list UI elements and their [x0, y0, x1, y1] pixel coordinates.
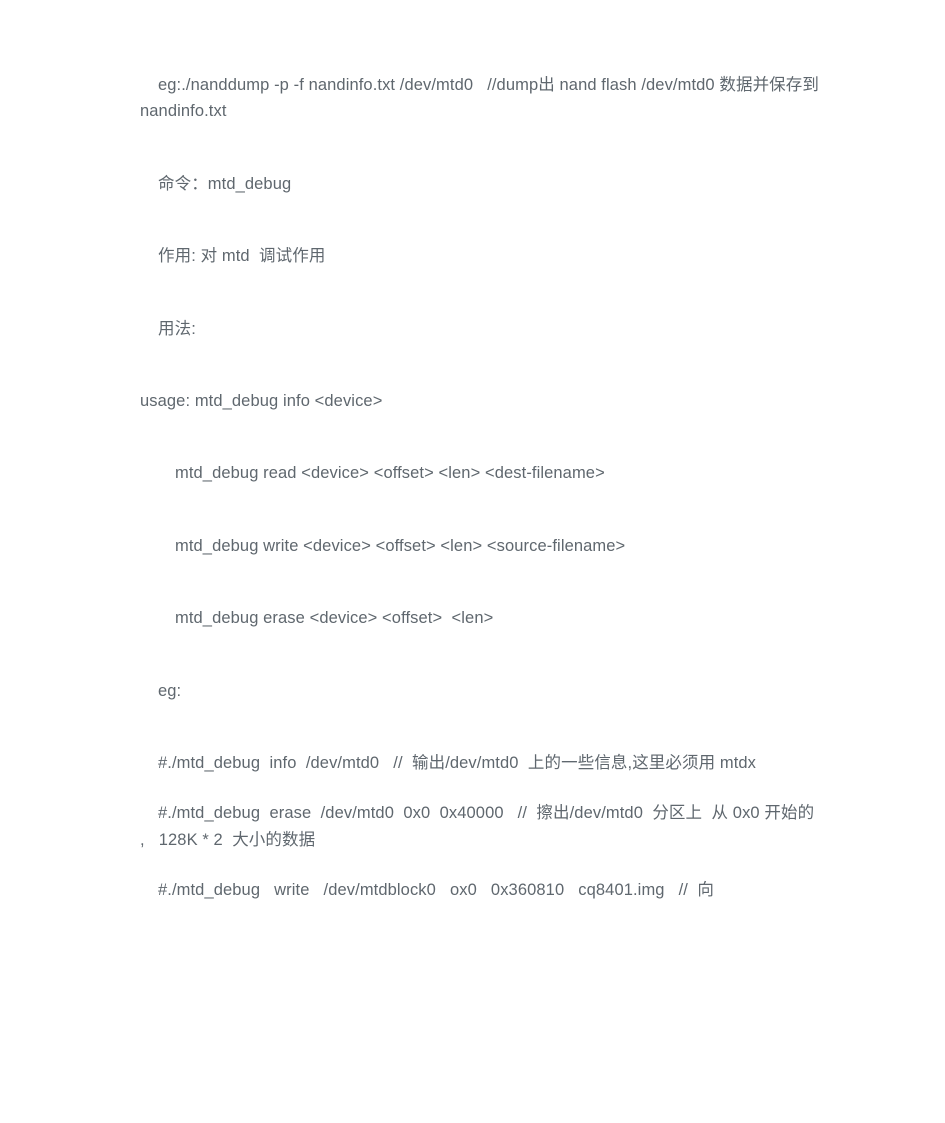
- paragraph-usage-read: mtd_debug read <device> <offset> <len> <…: [175, 464, 605, 483]
- paragraph-purpose: 作用: 对 mtd 调试作用: [158, 247, 326, 266]
- document-body: eg:./nanddump -p -f nandinfo.txt /dev/mt…: [140, 72, 830, 927]
- paragraph-eg-erase: #./mtd_debug erase /dev/mtd0 0x0 0x40000…: [140, 804, 829, 849]
- paragraph-eg-write: #./mtd_debug write /dev/mtdblock0 ox0 0x…: [158, 881, 714, 900]
- paragraph-usage-write: mtd_debug write <device> <offset> <len> …: [175, 536, 626, 555]
- paragraph-eg-label: eg:: [158, 681, 182, 700]
- paragraph-command-title: 命令：mtd_debug: [158, 174, 292, 193]
- paragraph-usage-erase: mtd_debug erase <device> <offset> <len>: [175, 609, 494, 628]
- paragraph-usage-info: usage: mtd_debug info <device>: [140, 391, 383, 410]
- paragraph-nanddump-example: eg:./nanddump -p -f nandinfo.txt /dev/mt…: [140, 76, 824, 121]
- paragraph-eg-info: #./mtd_debug info /dev/mtd0 // 输出/dev/mt…: [158, 753, 757, 772]
- document-page: eg:./nanddump -p -f nandinfo.txt /dev/mt…: [0, 0, 945, 1123]
- paragraph-usage-title: 用法:: [158, 319, 196, 338]
